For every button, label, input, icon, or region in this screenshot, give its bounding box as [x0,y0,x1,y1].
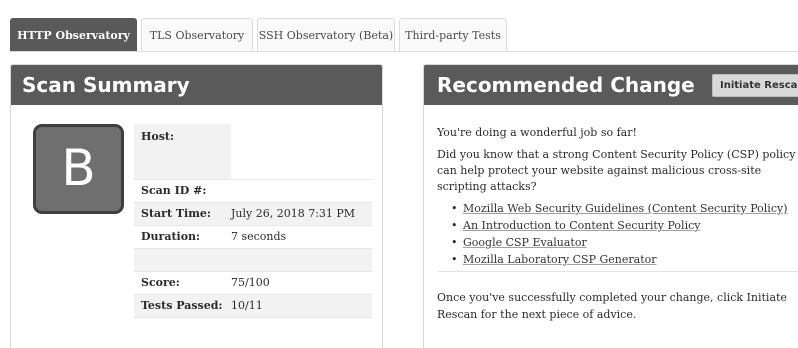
bullet-icon: • [451,253,458,266]
link-csp-introduction[interactable]: An Introduction to Content Security Poli… [463,219,700,232]
start-time-value: July 26, 2018 7:31 PM [231,207,356,220]
initiate-rescan-button[interactable]: Initiate Rescan [712,74,798,97]
scan-summary-title: Scan Summary [11,65,382,105]
scan-summary-panel: Scan Summary B Host: Scan ID #: Start Ti… [10,64,383,348]
score-label: Score: [141,276,180,289]
list-item: • Mozilla Laboratory CSP Generator [451,252,797,268]
link-mozilla-security-guidelines[interactable]: Mozilla Web Security Guidelines (Content… [463,202,787,215]
recommendation-question: Did you know that a strong Content Secur… [437,148,796,193]
tab-tls-observatory[interactable]: TLS Observatory [141,18,253,52]
tab-third-party-tests[interactable]: Third-party Tests [399,18,507,52]
start-time-label: Start Time: [141,207,211,220]
resource-links-list: • Mozilla Web Security Guidelines (Conten… [451,201,797,268]
duration-value: 7 seconds [231,230,287,243]
link-google-csp-evaluator[interactable]: Google CSP Evaluator [463,236,587,249]
bullet-icon: • [451,236,458,249]
tests-passed-label: Tests Passed: [141,299,223,312]
scan-id-label: Scan ID #: [141,184,207,197]
tests-passed-value: 10/11 [231,299,263,312]
tab-http-observatory[interactable]: HTTP Observatory [10,18,137,52]
score-row: Score: 75/100 [134,272,372,295]
list-item: • An Introduction to Content Security Pol… [451,218,797,234]
rescan-instructions: Once you've successfully completed your … [437,291,787,321]
host-row: Host: [134,124,372,180]
tests-passed-row: Tests Passed: 10/11 [134,295,372,318]
observatory-tabs: HTTP Observatory TLS Observatory SSH Obs… [10,18,798,52]
spacer-row [134,249,372,272]
duration-row: Duration: 7 seconds [134,226,372,249]
host-label: Host: [141,130,175,143]
start-time-row: Start Time: July 26, 2018 7:31 PM [134,203,372,226]
tabs-divider [10,51,798,52]
content-divider [437,271,798,272]
tab-ssh-observatory[interactable]: SSH Observatory (Beta) [257,18,395,52]
score-value: 75/100 [231,276,270,289]
scan-summary-table: Host: Scan ID #: Start Time: July 26, 20… [134,124,372,318]
recommendation-content: You're doing a wonderful job so far! Did… [437,125,797,269]
host-value [231,124,372,179]
link-mozilla-csp-generator[interactable]: Mozilla Laboratory CSP Generator [463,253,657,266]
recommendation-intro: You're doing a wonderful job so far! [437,126,637,139]
list-item: • Google CSP Evaluator [451,235,797,251]
bullet-icon: • [451,219,458,232]
bullet-icon: • [451,202,458,215]
recommended-change-panel: Recommended Change Initiate Rescan You'r… [423,64,798,348]
grade-badge: B [33,124,124,214]
scan-id-row: Scan ID #: [134,180,372,203]
duration-label: Duration: [141,230,201,243]
list-item: • Mozilla Web Security Guidelines (Conten… [451,201,797,217]
